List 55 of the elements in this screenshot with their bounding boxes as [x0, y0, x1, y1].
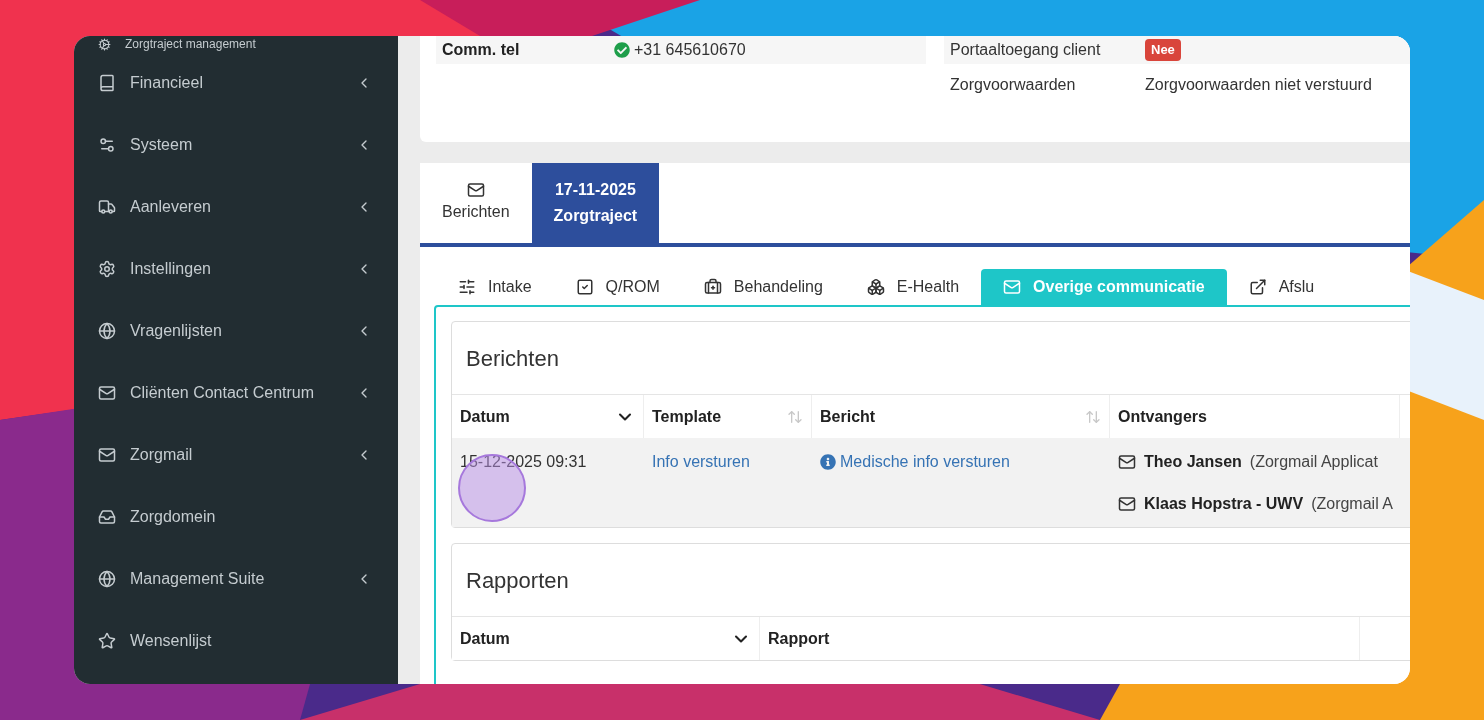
sliders-icon [458, 278, 476, 296]
envelope-icon [98, 446, 116, 464]
star-icon [98, 632, 116, 650]
sidebar-item[interactable]: Zorgdomein [74, 486, 398, 548]
tab[interactable]: 17-11-2025 Zorgtraject [531, 163, 660, 243]
message-link[interactable]: Medische info versturen [820, 450, 1010, 474]
table-cell: 15-12-2025 09:31 [460, 453, 587, 470]
field-label: Zorgvoorwaarden [950, 75, 1077, 95]
boxes-icon [866, 278, 885, 296]
column-header[interactable]: Datum [452, 617, 760, 660]
template-link[interactable]: Info versturen [652, 453, 750, 470]
sidebar-item[interactable]: Instellingen [74, 238, 398, 300]
tab[interactable]: Q/ROM [553, 269, 682, 305]
envelope-icon [1003, 278, 1022, 296]
sidebar-item[interactable]: Management Suite [74, 548, 398, 610]
envelope-icon [1118, 453, 1136, 471]
sidebar-item[interactable]: Cliënten Contact Centrum [74, 362, 398, 424]
sidebar-item[interactable]: Systeem [74, 114, 398, 176]
sidebar-item[interactable]: Zorgtraject management [74, 36, 398, 52]
sidebar-item[interactable]: Zorgmail [74, 424, 398, 486]
tab[interactable]: Afslu [1226, 269, 1337, 305]
external-link-icon [1248, 278, 1267, 296]
sidebar-item[interactable]: Financieel [74, 52, 398, 114]
envelope-icon [1118, 495, 1136, 513]
recipient-name: Theo Jansen [1144, 452, 1242, 472]
medical-kit-icon [703, 278, 722, 296]
recipient-name: Klaas Hopstra - UWV [1144, 494, 1304, 514]
sidebar-item[interactable]: Vragenlijsten [74, 300, 398, 362]
book-icon [98, 74, 116, 92]
inbox-icon [98, 508, 116, 526]
status-badge: Nee [1145, 39, 1181, 61]
info-icon [820, 454, 836, 470]
field-value: +31 645610670 [634, 40, 746, 60]
field-label: Portaaltoegang client [950, 40, 1102, 60]
panel-title: Rapporten [465, 566, 570, 595]
tab[interactable]: E-Health [844, 269, 982, 305]
checkbox-icon [575, 278, 594, 296]
tab[interactable]: Behandeling [681, 269, 845, 305]
globe-icon [98, 570, 116, 588]
gear-icon [98, 37, 111, 51]
panel-title: Berichten [465, 344, 560, 373]
tab[interactable]: Intake [436, 269, 554, 305]
sidebar-item[interactable]: Aanleveren [74, 176, 398, 238]
globe-icon [98, 322, 116, 340]
recipient-detail: (Zorgmail A [1311, 494, 1393, 514]
recipient-detail: (Zorgmail Applicat [1249, 452, 1378, 472]
envelope-icon [466, 181, 485, 199]
settings-icon [98, 260, 116, 278]
column-header[interactable]: Rapport [760, 617, 1360, 660]
field-value: Zorgvoorwaarden niet verstuurd [1145, 75, 1372, 95]
field-label: Comm. tel [442, 40, 521, 60]
truck-icon [98, 198, 116, 216]
sidebar-item[interactable]: Wensenlijst [74, 610, 398, 672]
tab[interactable]: Berichten [420, 163, 532, 243]
envelope-icon [98, 384, 116, 402]
